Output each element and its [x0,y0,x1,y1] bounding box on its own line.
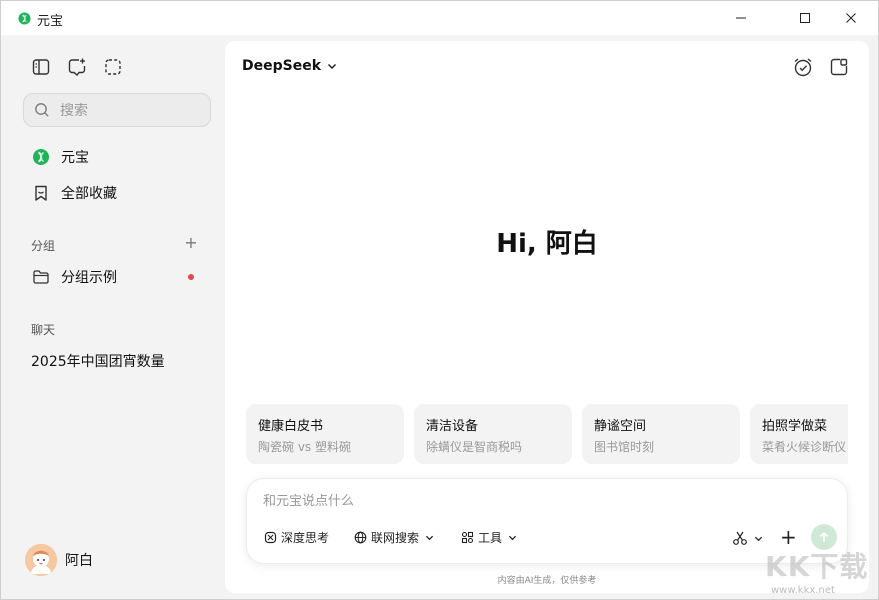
user-name: 阿白 [65,553,93,569]
new-chat-icon[interactable] [67,57,87,77]
chevron-down-icon [754,536,763,541]
sidebar-item-group-example[interactable]: 分组示例 [23,261,211,293]
app-window: 元宝 搜索 元宝 全部收藏 分组 + 分组示例 聊天 2025年中国团宵数量 阿… [0,0,879,600]
card-title: 拍照学做菜 [762,419,828,434]
search-icon [35,103,49,117]
search-box[interactable] [23,93,211,127]
suggestion-cards: 健康白皮书 陶瓷碗 vs 塑料碗 清洁设备 除螨仪是智商税吗 静谧空间 图书馆时… [246,404,848,464]
groups-section-label: 分组 [31,239,56,253]
alarm-clock-icon[interactable] [792,56,814,78]
card-subtitle: 菜肴火候诊断仪 [762,440,847,454]
maximize-icon [800,13,810,23]
card-subtitle: 图书馆时刻 [594,440,655,454]
maximize-button[interactable] [782,1,828,35]
deep-think-button[interactable]: 深度思考 [264,529,329,546]
suggestion-card[interactable]: 清洁设备 除螨仪是智商税吗 [414,404,572,464]
suggestion-card[interactable]: 健康白皮书 陶瓷碗 vs 塑料碗 [246,404,404,464]
model-name: DeepSeek [242,58,322,74]
message-composer: 深度思考 联网搜索 [246,478,848,564]
watermark-logo: KK下载 [765,550,869,583]
yuanbao-logo-icon [31,147,51,167]
window-title: 元宝 [37,14,64,29]
suggestion-card[interactable]: 静谧空间 图书馆时刻 [582,404,740,464]
close-icon [846,13,856,23]
arrow-up-icon [819,531,829,542]
suggestion-card[interactable]: 拍照学做菜 菜肴火候诊断仪 [750,404,848,464]
sidebar-item-yuanbao[interactable]: 元宝 [23,141,211,173]
folder-icon [31,267,51,287]
sidebar: 元宝 全部收藏 分组 + 分组示例 聊天 2025年中国团宵数 [9,41,219,593]
sidebar-item-label: 分组示例 [61,270,117,286]
tools-button[interactable]: 工具 [461,529,517,546]
chats-section-label: 聊天 [31,323,56,337]
card-title: 健康白皮书 [258,419,324,434]
chevron-down-icon [328,63,337,70]
scissors-icon [733,531,747,545]
card-title: 清洁设备 [426,419,479,434]
yuanbao-logo-icon [18,12,31,25]
card-subtitle: 陶瓷碗 vs 塑料碗 [258,440,351,454]
sidebar-item-label: 全部收藏 [61,186,117,202]
grid-tools-icon [461,531,474,544]
deep-think-label: 深度思考 [281,531,330,545]
card-title: 静谧空间 [594,419,647,434]
title-bar: 元宝 [1,1,878,35]
search-input[interactable] [60,101,200,121]
chat-item[interactable]: 2025年中国团宵数量 [31,351,165,371]
message-input[interactable] [263,491,823,511]
greeting-heading: Hi, 阿白 [496,229,598,259]
avatar[interactable] [25,544,57,576]
sidebar-item-favorites[interactable]: 全部收藏 [23,177,211,209]
user-profile[interactable]: 阿白 [25,544,93,576]
add-group-button[interactable]: + [183,235,199,251]
toggle-sidebar-icon[interactable] [31,57,51,77]
bookmark-icon [31,183,51,203]
minimize-icon [736,17,746,19]
tools-label: 工具 [478,531,503,545]
minimize-button[interactable] [718,1,764,35]
sidebar-item-label: 元宝 [61,150,89,166]
close-button[interactable] [828,1,874,35]
unread-badge [188,274,194,280]
web-search-label: 联网搜索 [371,531,420,545]
model-selector[interactable]: DeepSeek [242,58,337,74]
card-subtitle: 除螨仪是智商税吗 [426,440,523,454]
globe-icon [354,531,367,544]
web-search-button[interactable]: 联网搜索 [354,529,434,546]
screenshot-icon[interactable] [103,57,123,77]
side-panel-icon[interactable] [828,56,850,78]
chevron-down-icon [425,533,434,542]
main-panel: DeepSeek Hi, 阿白 健康白皮书 陶瓷碗 vs 塑料碗 清洁设备 除螨… [225,41,869,593]
attach-button[interactable]: + [780,527,797,547]
watermark-url: www.kkx.net [771,585,835,596]
screenshot-tool-button[interactable] [732,530,763,546]
chevron-down-icon [508,533,517,542]
deep-think-icon [264,531,277,544]
